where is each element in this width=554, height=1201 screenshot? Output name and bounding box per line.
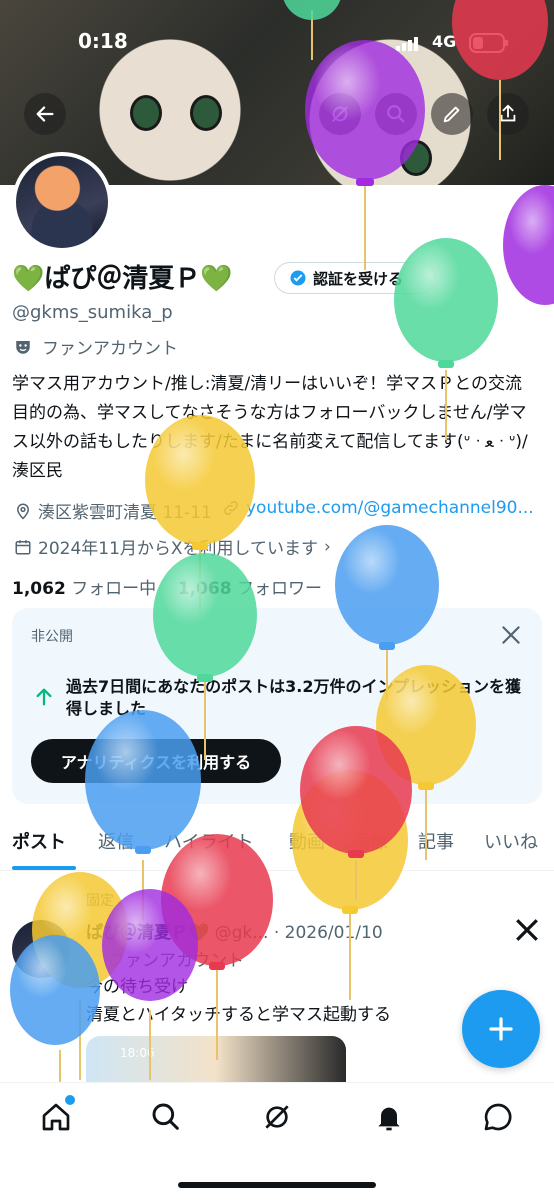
post-date: 2026/01/10 xyxy=(284,923,383,943)
grok-nav-icon[interactable] xyxy=(261,1101,293,1133)
thumb-time: 18:06 xyxy=(120,1046,155,1060)
post-account-type: ファンアカウント xyxy=(108,951,244,971)
location-row: 湊区紫雲町清夏 11-11 xyxy=(14,498,212,523)
tab-images[interactable]: 画像 xyxy=(352,828,388,854)
battery-icon xyxy=(469,33,509,57)
location-text: 湊区紫雲町清夏 11-11 xyxy=(38,503,212,523)
signal-icon xyxy=(396,36,418,55)
search-icon xyxy=(387,105,405,123)
banner-decoration xyxy=(130,95,162,131)
following-label: フォロー中 xyxy=(71,579,157,599)
following-count: 1,062 xyxy=(12,579,66,599)
balloon xyxy=(503,185,554,305)
share-icon xyxy=(500,104,516,122)
location-icon xyxy=(16,503,30,520)
followers-label: フォロワー xyxy=(237,579,322,599)
balloon xyxy=(292,770,408,1000)
compose-button[interactable] xyxy=(462,990,540,1068)
post-author: ぱぴ＠清夏Ｐ💚 xyxy=(86,923,210,943)
network-label: 4G xyxy=(432,32,457,51)
post-avatar[interactable] xyxy=(12,920,70,978)
pinned-label: 固定 xyxy=(86,893,114,909)
website-row[interactable]: youtube.com/@gamechannel90... xyxy=(222,498,534,518)
tab-divider xyxy=(0,870,554,871)
avatar[interactable] xyxy=(12,152,112,252)
tab-articles[interactable]: 記事 xyxy=(418,828,454,854)
account-type-label: ファンアカウント xyxy=(42,339,178,359)
verify-button-label: 認証を受ける xyxy=(313,269,404,288)
banner-decoration xyxy=(400,140,432,176)
joined-text: 2024年11月からXを利用しています xyxy=(38,539,319,559)
joined-row[interactable]: 2024年11月からXを利用しています › xyxy=(14,534,331,559)
tab-posts[interactable]: ポスト xyxy=(12,828,66,854)
share-button[interactable] xyxy=(487,93,529,135)
followers-count: 1,068 xyxy=(177,579,232,599)
post-handle: @gk... xyxy=(214,923,269,943)
home-indicator xyxy=(178,1182,376,1188)
theater-mask-icon xyxy=(16,340,30,354)
post-media-thumbnail[interactable]: 18:06 xyxy=(86,1036,346,1082)
tab-replies[interactable]: 返信 xyxy=(98,828,134,854)
back-arrow-icon xyxy=(36,106,54,122)
up-arrow-icon xyxy=(33,686,55,712)
private-label: 非公開 xyxy=(31,629,73,645)
verified-badge-icon xyxy=(290,270,306,286)
followers-link[interactable]: 1,068 フォロワー xyxy=(178,579,322,599)
grok-button[interactable] xyxy=(319,93,361,135)
explore-icon[interactable] xyxy=(150,1101,182,1133)
messages-icon[interactable] xyxy=(482,1101,514,1133)
follow-stats: 1,062 フォロー中 1,068 フォロワー xyxy=(12,574,322,599)
post-text-line2: 清夏とハイタッチすると学マス起動する xyxy=(86,1005,391,1025)
tab-videos[interactable]: 動画 xyxy=(289,828,325,854)
back-button[interactable] xyxy=(24,93,66,135)
link-icon xyxy=(224,501,238,515)
tab-highlights[interactable]: ハイライト xyxy=(164,828,254,854)
status-time: 0:18 xyxy=(78,29,128,53)
plus-icon xyxy=(489,1017,513,1041)
following-link[interactable]: 1,062 フォロー中 xyxy=(12,579,156,599)
post-text-line1: 今の待ち受け xyxy=(86,977,188,997)
edit-button[interactable] xyxy=(431,93,473,135)
analytics-button[interactable]: アナリティクスを利用する xyxy=(31,739,281,783)
chevron-right-icon: › xyxy=(324,536,331,557)
website-link[interactable]: youtube.com/@gamechannel90... xyxy=(246,498,534,518)
profile-bio: 学マス用アカウント/推し:清夏/清リーはいいぞ！学マスＰとの交流目的の為、学マス… xyxy=(12,374,528,481)
calendar-icon xyxy=(15,539,31,554)
banner-decoration xyxy=(190,95,222,131)
close-icon xyxy=(502,626,520,644)
profile-name: 💚ぱぴ＠清夏Ｐ💚 xyxy=(12,264,233,294)
impressions-message: 過去7日間にあなたのポストは3.2万件のインプレッションを獲得しました xyxy=(66,677,521,718)
tab-likes[interactable]: いいね xyxy=(484,828,538,854)
verify-button[interactable]: 認証を受ける xyxy=(274,262,436,294)
search-button[interactable] xyxy=(375,93,417,135)
account-type-row: ファンアカウント xyxy=(14,334,178,359)
notification-dot xyxy=(65,1095,75,1105)
x-logo-icon xyxy=(514,917,540,947)
profile-handle: @gkms_sumika_p xyxy=(12,302,173,323)
bell-icon[interactable] xyxy=(373,1101,405,1133)
close-card-button[interactable] xyxy=(498,622,524,652)
grok-icon xyxy=(332,106,348,122)
post-header: ぱぴ＠清夏Ｐ💚 @gk... · 2026/01/10 xyxy=(86,923,383,943)
edit-icon xyxy=(443,106,460,123)
home-icon[interactable] xyxy=(40,1101,72,1133)
